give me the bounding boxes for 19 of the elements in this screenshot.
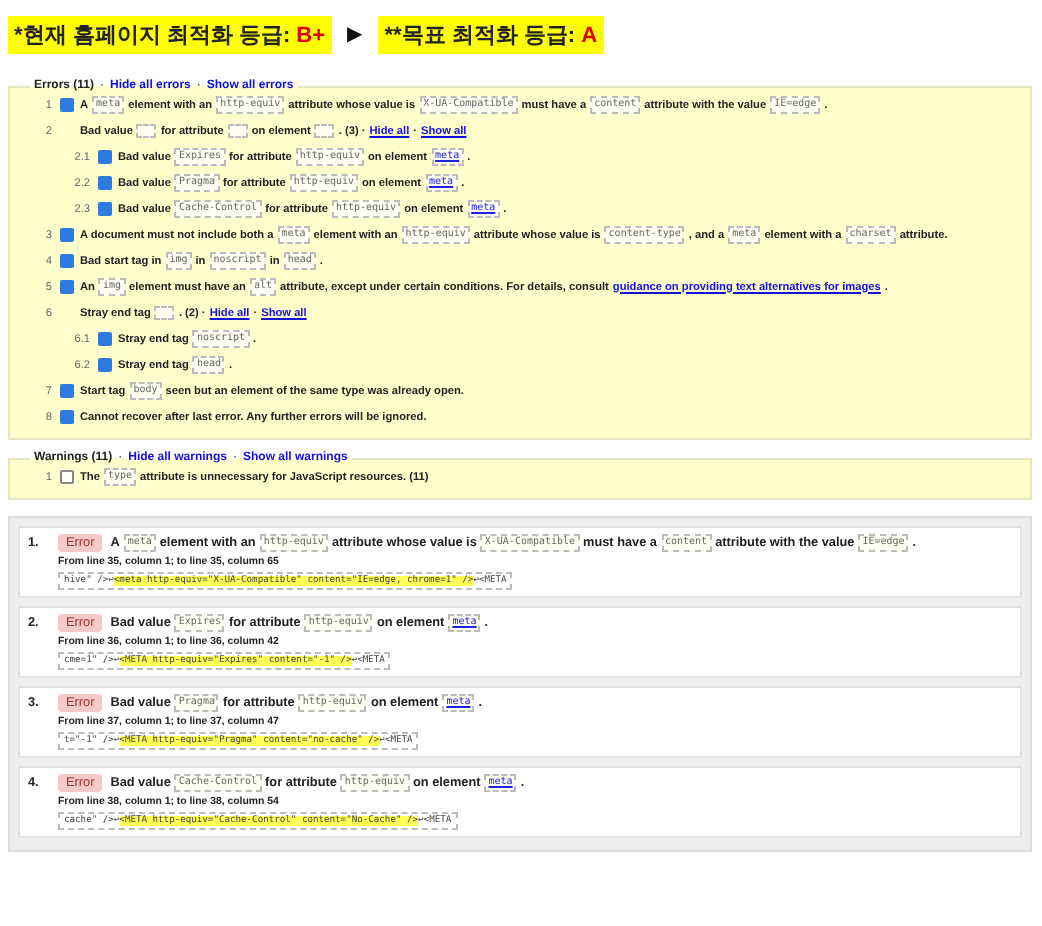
checkbox[interactable] <box>98 332 112 346</box>
empty-code-snippet <box>227 124 248 138</box>
checkbox[interactable] <box>60 410 74 424</box>
checkbox[interactable] <box>60 254 74 268</box>
checkbox[interactable] <box>98 358 112 372</box>
grade-label: *현재 홈페이지 최적화 등급: B+ <box>8 15 332 53</box>
checkbox[interactable] <box>60 280 74 294</box>
checkbox[interactable] <box>60 384 74 398</box>
checkbox[interactable] <box>98 150 112 164</box>
checkbox[interactable] <box>98 202 112 216</box>
empty-code-snippet <box>314 124 335 138</box>
checkbox[interactable] <box>60 228 74 242</box>
grade-label: **목표 최적화 등급: A <box>378 15 604 53</box>
empty-code-snippet <box>136 124 157 138</box>
arrow-text: ▶ <box>347 23 363 45</box>
empty-code-snippet <box>154 306 175 320</box>
checkbox[interactable] <box>60 98 74 112</box>
checkbox[interactable] <box>60 470 74 484</box>
checkbox[interactable] <box>98 176 112 190</box>
